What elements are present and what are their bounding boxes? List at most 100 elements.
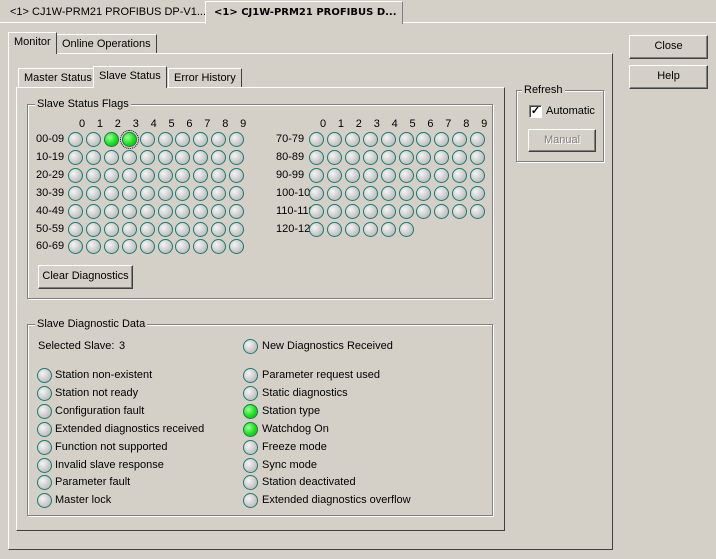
slave-109-status-led[interactable] <box>470 185 486 201</box>
slave-41-status-led[interactable] <box>85 203 101 219</box>
slave-58-status-led[interactable] <box>211 221 227 237</box>
slave-20-status-led[interactable] <box>68 167 83 183</box>
slave-114-status-led[interactable] <box>380 203 396 219</box>
slave-93-status-led[interactable] <box>362 167 378 183</box>
slave-102-status-led[interactable] <box>344 185 360 201</box>
slave-1-status-led[interactable] <box>85 132 101 147</box>
slave-82-status-led[interactable] <box>344 149 360 165</box>
slave-15-status-led[interactable] <box>157 149 173 165</box>
slave-122-status-led[interactable] <box>344 221 360 237</box>
automatic-checkbox[interactable]: ✓ <box>529 105 542 118</box>
slave-98-status-led[interactable] <box>452 167 468 183</box>
slave-89-status-led[interactable] <box>470 149 486 165</box>
slave-65-status-led[interactable] <box>157 239 173 255</box>
doc-tab-dp-v1[interactable]: <1> CJ1W-PRM21 PROFIBUS DP-V1... <box>2 3 214 23</box>
slave-71-status-led[interactable] <box>326 132 342 147</box>
slave-80-status-led[interactable] <box>309 149 324 165</box>
slave-23-status-led[interactable] <box>121 167 137 183</box>
slave-124-status-led[interactable] <box>380 221 396 237</box>
slave-83-status-led[interactable] <box>362 149 378 165</box>
slave-106-status-led[interactable] <box>416 185 432 201</box>
tab-monitor[interactable]: Monitor <box>8 32 57 54</box>
slave-81-status-led[interactable] <box>326 149 342 165</box>
slave-90-status-led[interactable] <box>309 167 324 183</box>
slave-38-status-led[interactable] <box>211 185 227 201</box>
slave-0-status-led[interactable] <box>68 132 83 147</box>
slave-36-status-led[interactable] <box>175 185 191 201</box>
slave-116-status-led[interactable] <box>416 203 432 219</box>
slave-44-status-led[interactable] <box>139 203 155 219</box>
slave-123-status-led[interactable] <box>362 221 378 237</box>
slave-31-status-led[interactable] <box>85 185 101 201</box>
slave-22-status-led[interactable] <box>103 167 119 183</box>
tab-error-history[interactable]: Error History <box>168 68 242 88</box>
slave-112-status-led[interactable] <box>344 203 360 219</box>
slave-51-status-led[interactable] <box>85 221 101 237</box>
slave-121-status-led[interactable] <box>326 221 342 237</box>
slave-24-status-led[interactable] <box>139 167 155 183</box>
slave-4-status-led[interactable] <box>139 132 155 147</box>
manual-button[interactable]: Manual <box>528 129 596 152</box>
slave-32-status-led[interactable] <box>103 185 119 201</box>
slave-84-status-led[interactable] <box>380 149 396 165</box>
slave-42-status-led[interactable] <box>103 203 119 219</box>
slave-14-status-led[interactable] <box>139 149 155 165</box>
slave-19-status-led[interactable] <box>229 149 245 165</box>
slave-107-status-led[interactable] <box>434 185 450 201</box>
slave-74-status-led[interactable] <box>380 132 396 147</box>
slave-30-status-led[interactable] <box>68 185 83 201</box>
slave-118-status-led[interactable] <box>452 203 468 219</box>
slave-12-status-led[interactable] <box>103 149 119 165</box>
tab-master-status[interactable]: Master Status <box>18 68 98 88</box>
slave-57-status-led[interactable] <box>193 221 209 237</box>
slave-97-status-led[interactable] <box>434 167 450 183</box>
slave-85-status-led[interactable] <box>398 149 414 165</box>
slave-47-status-led[interactable] <box>193 203 209 219</box>
slave-49-status-led[interactable] <box>229 203 245 219</box>
slave-64-status-led[interactable] <box>139 239 155 255</box>
tab-slave-status[interactable]: Slave Status <box>93 66 167 88</box>
slave-18-status-led[interactable] <box>211 149 227 165</box>
slave-37-status-led[interactable] <box>193 185 209 201</box>
slave-5-status-led[interactable] <box>157 132 173 147</box>
slave-52-status-led[interactable] <box>103 221 119 237</box>
slave-108-status-led[interactable] <box>452 185 468 201</box>
slave-101-status-led[interactable] <box>326 185 342 201</box>
slave-39-status-led[interactable] <box>229 185 245 201</box>
slave-53-status-led[interactable] <box>121 221 137 237</box>
slave-110-status-led[interactable] <box>309 203 324 219</box>
slave-111-status-led[interactable] <box>326 203 342 219</box>
slave-33-status-led[interactable] <box>121 185 137 201</box>
slave-95-status-led[interactable] <box>398 167 414 183</box>
slave-3-status-led[interactable] <box>119 130 139 149</box>
tab-online-operations[interactable]: Online Operations <box>56 34 157 54</box>
close-button[interactable]: Close <box>629 35 708 59</box>
slave-56-status-led[interactable] <box>175 221 191 237</box>
slave-48-status-led[interactable] <box>211 203 227 219</box>
slave-63-status-led[interactable] <box>121 239 137 255</box>
slave-113-status-led[interactable] <box>362 203 378 219</box>
slave-55-status-led[interactable] <box>157 221 173 237</box>
slave-13-status-led[interactable] <box>121 149 137 165</box>
slave-43-status-led[interactable] <box>121 203 137 219</box>
slave-119-status-led[interactable] <box>470 203 486 219</box>
slave-104-status-led[interactable] <box>380 185 396 201</box>
slave-120-status-led[interactable] <box>309 221 324 237</box>
slave-59-status-led[interactable] <box>229 221 245 237</box>
slave-79-status-led[interactable] <box>470 132 486 147</box>
slave-100-status-led[interactable] <box>309 185 324 201</box>
slave-2-status-led[interactable] <box>103 132 119 147</box>
slave-99-status-led[interactable] <box>470 167 486 183</box>
slave-40-status-led[interactable] <box>68 203 83 219</box>
slave-11-status-led[interactable] <box>85 149 101 165</box>
slave-54-status-led[interactable] <box>139 221 155 237</box>
slave-9-status-led[interactable] <box>229 132 245 147</box>
slave-105-status-led[interactable] <box>398 185 414 201</box>
slave-35-status-led[interactable] <box>157 185 173 201</box>
slave-72-status-led[interactable] <box>344 132 360 147</box>
slave-88-status-led[interactable] <box>452 149 468 165</box>
clear-diagnostics-button[interactable]: Clear Diagnostics <box>38 265 133 289</box>
slave-27-status-led[interactable] <box>193 167 209 183</box>
slave-91-status-led[interactable] <box>326 167 342 183</box>
slave-70-status-led[interactable] <box>309 132 324 147</box>
